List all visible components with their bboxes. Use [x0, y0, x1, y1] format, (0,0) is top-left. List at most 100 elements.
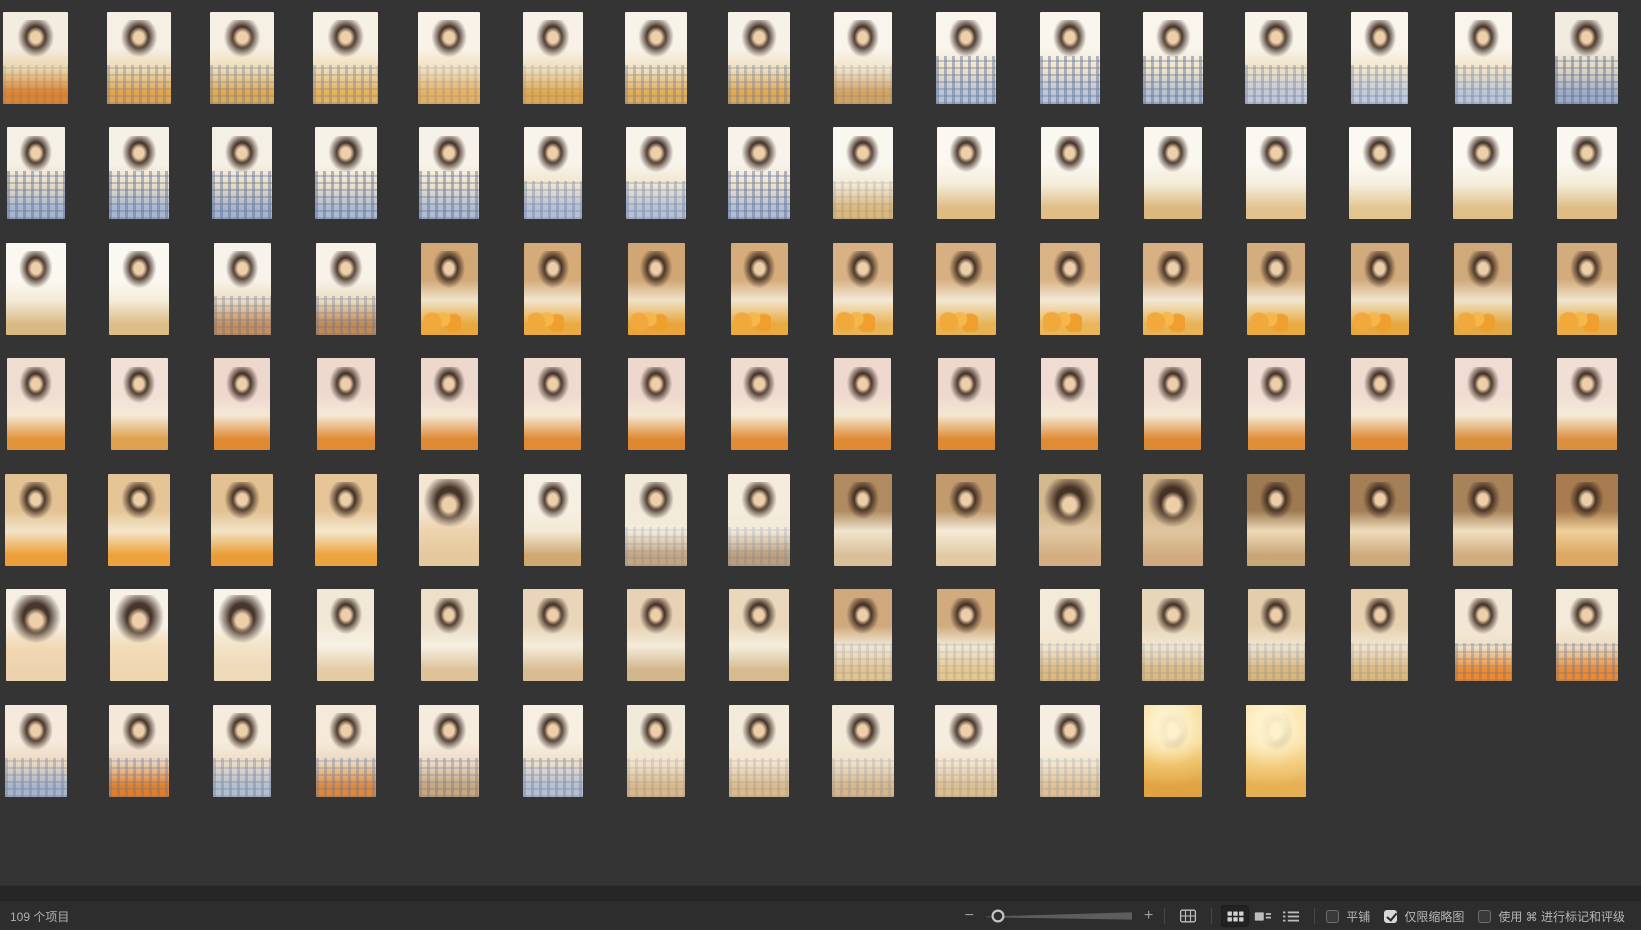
photo-thumbnail-93[interactable] — [1248, 589, 1305, 681]
photo-thumbnail-48[interactable] — [1557, 243, 1617, 335]
photo-thumbnail-66[interactable] — [108, 474, 170, 566]
photo-thumbnail-38[interactable] — [524, 243, 581, 335]
photo-thumbnail-42[interactable] — [936, 243, 996, 335]
photo-thumbnail-67[interactable] — [211, 474, 273, 566]
photo-thumbnail-3[interactable] — [210, 12, 274, 104]
photo-thumbnail-104[interactable] — [729, 705, 789, 797]
photo-thumbnail-80[interactable] — [1556, 474, 1618, 566]
photo-thumbnail-7[interactable] — [625, 12, 687, 104]
photo-thumbnail-94[interactable] — [1351, 589, 1408, 681]
photo-thumbnail-57[interactable] — [834, 358, 891, 450]
photo-thumbnail-39[interactable] — [628, 243, 685, 335]
photo-thumbnail-23[interactable] — [626, 127, 686, 219]
photo-thumbnail-40[interactable] — [731, 243, 788, 335]
photo-thumbnail-91[interactable] — [1040, 589, 1100, 681]
photo-thumbnail-106[interactable] — [935, 705, 997, 797]
photo-thumbnail-76[interactable] — [1143, 474, 1203, 566]
photo-thumbnail-56[interactable] — [731, 358, 788, 450]
photo-thumbnail-90[interactable] — [937, 589, 995, 681]
photo-thumbnail-29[interactable] — [1246, 127, 1306, 219]
photo-thumbnail-14[interactable] — [1351, 12, 1408, 104]
tile-checkbox[interactable] — [1326, 910, 1339, 923]
photo-thumbnail-77[interactable] — [1247, 474, 1305, 566]
photo-thumbnail-18[interactable] — [109, 127, 169, 219]
photo-thumbnail-69[interactable] — [419, 474, 479, 566]
zoom-out-button[interactable]: − — [963, 908, 976, 924]
photo-thumbnail-45[interactable] — [1247, 243, 1305, 335]
photo-thumbnail-12[interactable] — [1143, 12, 1203, 104]
use-cmd-rating-checkbox-group[interactable]: 使用 ⌘ 进行标记和评级 — [1478, 908, 1625, 925]
photo-thumbnail-27[interactable] — [1041, 127, 1099, 219]
photo-thumbnail-65[interactable] — [5, 474, 67, 566]
photo-thumbnail-64[interactable] — [1557, 358, 1617, 450]
photo-thumbnail-11[interactable] — [1040, 12, 1100, 104]
photo-thumbnail-51[interactable] — [214, 358, 270, 450]
photo-thumbnail-34[interactable] — [109, 243, 169, 335]
photo-thumbnail-43[interactable] — [1040, 243, 1100, 335]
photo-thumbnail-44[interactable] — [1143, 243, 1203, 335]
photo-thumbnail-102[interactable] — [523, 705, 583, 797]
photo-thumbnail-82[interactable] — [110, 589, 168, 681]
photo-thumbnail-68[interactable] — [315, 474, 377, 566]
photo-thumbnail-53[interactable] — [421, 358, 478, 450]
photo-thumbnail-32[interactable] — [1557, 127, 1617, 219]
photo-thumbnail-87[interactable] — [627, 589, 685, 681]
photo-thumbnail-100[interactable] — [316, 705, 376, 797]
photo-thumbnail-41[interactable] — [833, 243, 893, 335]
slider-track[interactable] — [986, 912, 1132, 919]
photo-thumbnail-26[interactable] — [937, 127, 995, 219]
photo-thumbnail-35[interactable] — [214, 243, 271, 335]
photo-thumbnail-95[interactable] — [1455, 589, 1512, 681]
photo-thumbnail-15[interactable] — [1455, 12, 1512, 104]
photo-thumbnail-1[interactable] — [3, 12, 68, 104]
photo-thumbnail-103[interactable] — [627, 705, 685, 797]
photo-thumbnail-83[interactable] — [214, 589, 271, 681]
photo-thumbnail-105[interactable] — [832, 705, 894, 797]
photo-thumbnail-47[interactable] — [1454, 243, 1512, 335]
photo-thumbnail-4[interactable] — [313, 12, 378, 104]
photo-thumbnail-52[interactable] — [317, 358, 375, 450]
photo-thumbnail-28[interactable] — [1144, 127, 1202, 219]
photo-thumbnail-25[interactable] — [833, 127, 893, 219]
photo-thumbnail-85[interactable] — [421, 589, 478, 681]
photo-thumbnail-99[interactable] — [213, 705, 271, 797]
photo-thumbnail-71[interactable] — [625, 474, 687, 566]
photo-thumbnail-37[interactable] — [421, 243, 478, 335]
photo-thumbnail-74[interactable] — [936, 474, 996, 566]
use-cmd-rating-checkbox[interactable] — [1478, 910, 1491, 923]
photo-thumbnail-50[interactable] — [111, 358, 168, 450]
photo-thumbnail-20[interactable] — [315, 127, 377, 219]
slider-knob[interactable] — [993, 911, 1004, 922]
photo-thumbnail-16[interactable] — [1555, 12, 1618, 104]
photo-thumbnail-63[interactable] — [1455, 358, 1512, 450]
photo-thumbnail-88[interactable] — [729, 589, 789, 681]
photo-thumbnail-13[interactable] — [1245, 12, 1307, 104]
photo-thumbnail-36[interactable] — [316, 243, 376, 335]
photo-thumbnail-9[interactable] — [834, 12, 892, 104]
photo-thumbnail-98[interactable] — [109, 705, 169, 797]
photo-thumbnail-10[interactable] — [936, 12, 996, 104]
thumbnail-size-slider[interactable] — [984, 907, 1134, 925]
thumbnails-only-checkbox-group[interactable]: 仅限缩略图 — [1384, 908, 1464, 925]
photo-thumbnail-73[interactable] — [834, 474, 892, 566]
photo-thumbnail-55[interactable] — [628, 358, 685, 450]
photo-thumbnail-17[interactable] — [7, 127, 65, 219]
view-mode-list-button[interactable] — [1277, 905, 1305, 927]
photo-thumbnail-24[interactable] — [728, 127, 790, 219]
photo-thumbnail-2[interactable] — [107, 12, 171, 104]
photo-thumbnail-70[interactable] — [524, 474, 581, 566]
photo-thumbnail-86[interactable] — [523, 589, 583, 681]
photo-thumbnail-107[interactable] — [1040, 705, 1100, 797]
photo-thumbnail-89[interactable] — [834, 589, 892, 681]
thumbnails-only-checkbox[interactable] — [1384, 910, 1397, 923]
photo-thumbnail-46[interactable] — [1351, 243, 1409, 335]
photo-thumbnail-101[interactable] — [419, 705, 479, 797]
photo-thumbnail-31[interactable] — [1453, 127, 1513, 219]
photo-thumbnail-84[interactable] — [317, 589, 374, 681]
zoom-in-button[interactable]: + — [1142, 908, 1155, 924]
view-mode-thumbnail-grid-button[interactable] — [1221, 905, 1249, 927]
photo-thumbnail-19[interactable] — [212, 127, 272, 219]
photo-thumbnail-78[interactable] — [1350, 474, 1410, 566]
photo-thumbnail-109[interactable] — [1246, 705, 1306, 797]
photo-thumbnail-108[interactable] — [1144, 705, 1202, 797]
